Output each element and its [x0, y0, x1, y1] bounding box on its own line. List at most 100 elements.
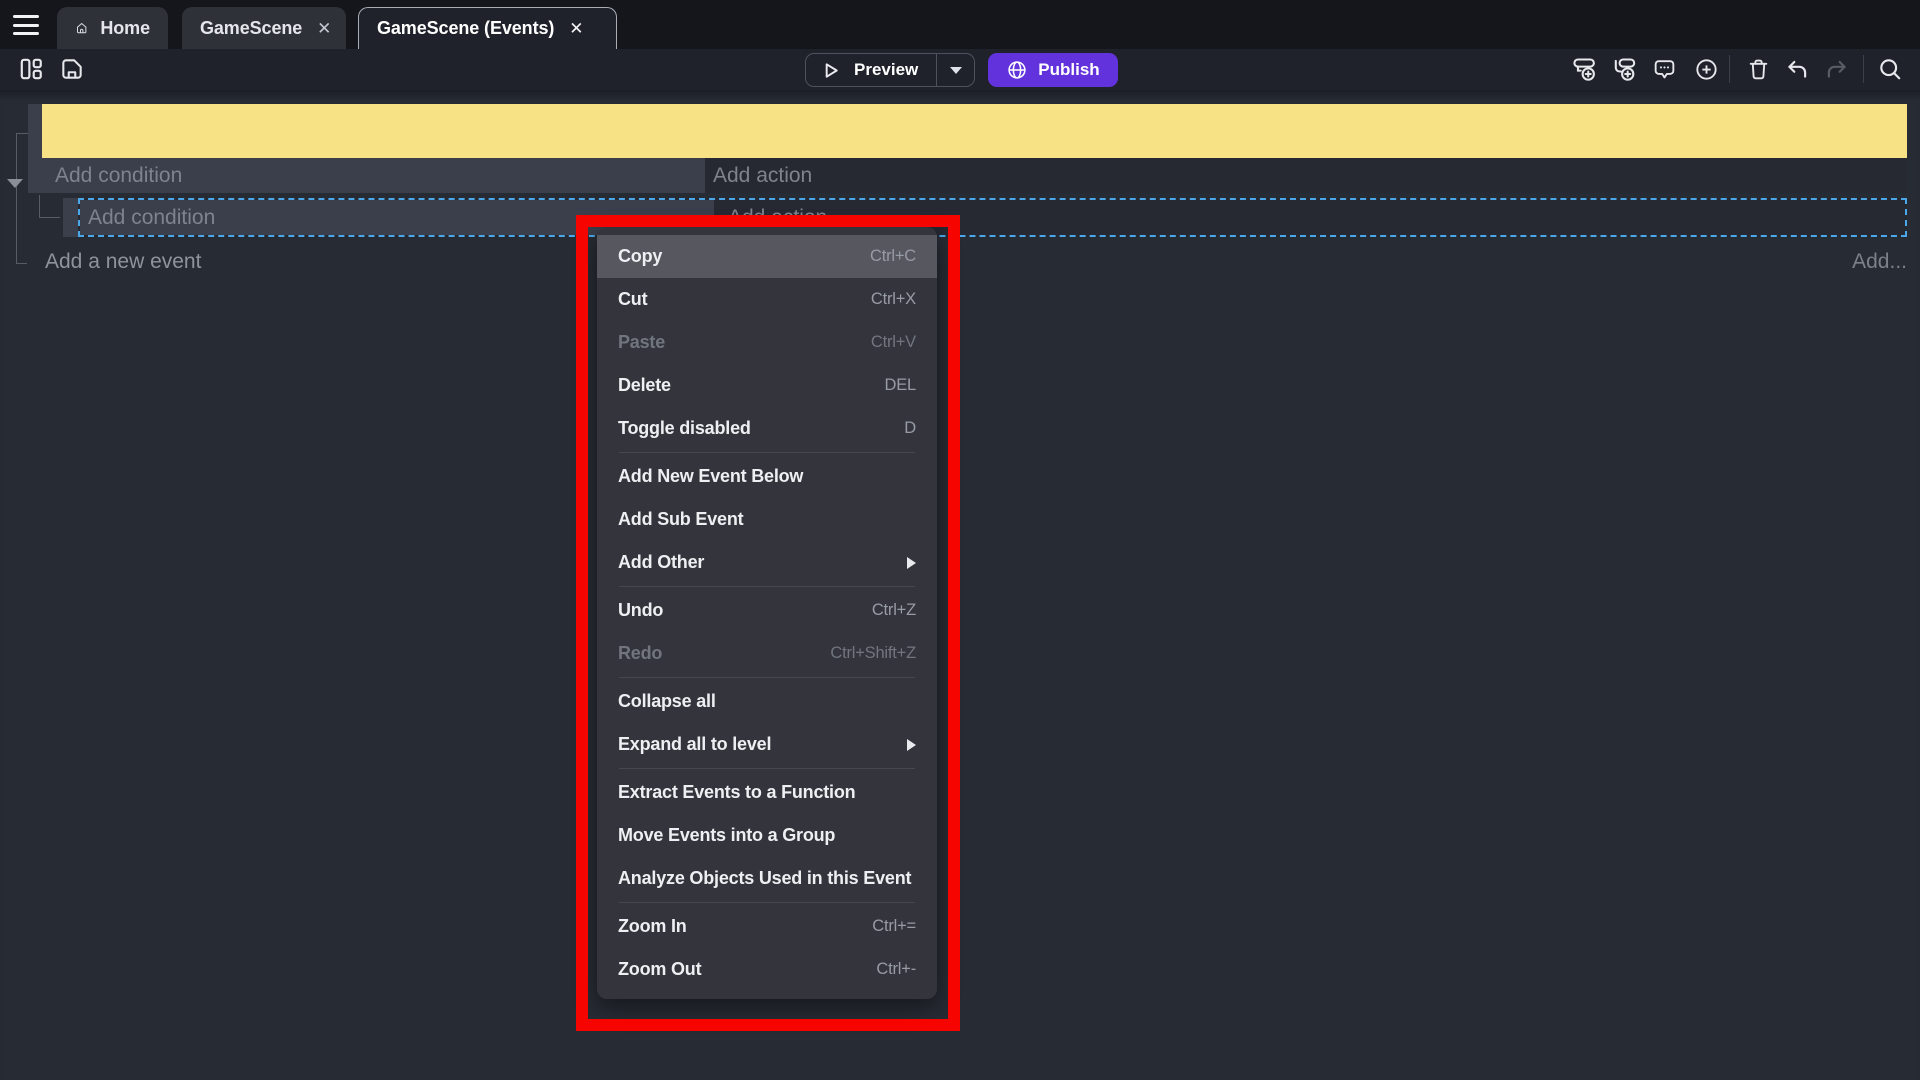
menu-item-label: Move Events into a Group [618, 825, 835, 846]
trash-icon [1746, 57, 1771, 82]
tab-gamescene[interactable]: GameScene ✕ [182, 7, 346, 49]
add-new-event-button[interactable] [1568, 52, 1602, 86]
menu-separator [619, 452, 915, 453]
menu-item-delete[interactable]: DeleteDEL [597, 364, 937, 407]
menu-item-label: Add Other [618, 552, 704, 573]
undo-button[interactable] [1780, 52, 1814, 86]
search-button[interactable] [1873, 52, 1907, 86]
menu-item-shortcut: Ctrl+= [872, 917, 916, 936]
menu-item-collapse-all[interactable]: Collapse all [597, 680, 937, 723]
add-action-link[interactable]: Add action [713, 158, 812, 193]
save-button[interactable] [55, 52, 89, 86]
close-icon[interactable]: ✕ [566, 18, 586, 39]
menu-item-add-sub-event[interactable]: Add Sub Event [597, 498, 937, 541]
tab-gamescene-events[interactable]: GameScene (Events) ✕ [358, 7, 617, 49]
menu-item-zoom-in[interactable]: Zoom InCtrl+= [597, 905, 937, 948]
add-sub-event-button[interactable] [1608, 52, 1642, 86]
preview-options-button[interactable] [936, 54, 974, 86]
delete-button[interactable] [1741, 52, 1775, 86]
add-comment-icon [1652, 57, 1677, 82]
menu-item-label: Cut [618, 289, 647, 310]
add-comment-button[interactable] [1647, 52, 1681, 86]
hamburger-icon [13, 32, 39, 35]
menu-item-shortcut: Ctrl+C [870, 247, 916, 266]
search-icon [1877, 56, 1903, 82]
add-more-link[interactable]: Add... [1852, 250, 1907, 274]
menu-item-label: Extract Events to a Function [618, 782, 855, 803]
menu-separator [619, 677, 915, 678]
event-actions-cell[interactable]: Add action [705, 158, 1907, 193]
submenu-arrow-icon [907, 557, 916, 569]
menu-item-label: Undo [618, 600, 663, 621]
preview-button-main[interactable]: Preview [806, 54, 936, 86]
menu-item-copy[interactable]: CopyCtrl+C [597, 235, 937, 278]
menu-item-expand-all-to-level[interactable]: Expand all to level [597, 723, 937, 766]
open-project-manager-button[interactable] [14, 52, 48, 86]
undo-icon [1784, 56, 1810, 82]
menu-item-label: Zoom Out [618, 959, 701, 980]
menu-item-shortcut: D [904, 419, 916, 438]
play-icon [819, 59, 842, 82]
menu-item-shortcut: Ctrl+Shift+Z [830, 644, 916, 663]
events-sheet: Add condition Add action Add condition A… [0, 90, 1920, 1080]
menu-item-shortcut: DEL [885, 376, 917, 395]
menu-item-shortcut: Ctrl+V [871, 333, 916, 352]
preview-button[interactable]: Preview [805, 53, 975, 87]
events-toolbar: Preview Publish [0, 49, 1920, 90]
menu-item-label: Paste [618, 332, 665, 353]
home-icon [75, 17, 88, 39]
submenu-arrow-icon [907, 739, 916, 751]
save-icon [59, 56, 85, 82]
tree-line [39, 195, 40, 218]
menu-item-label: Collapse all [618, 691, 716, 712]
menu-item-shortcut: Ctrl+- [876, 960, 916, 979]
menu-item-undo[interactable]: UndoCtrl+Z [597, 589, 937, 632]
tab-label: GameScene (Events) [377, 18, 554, 39]
menu-item-toggle-disabled[interactable]: Toggle disabled D [597, 407, 937, 450]
publish-label: Publish [1038, 60, 1099, 80]
menu-item-add-new-event-below[interactable]: Add New Event Below [597, 455, 937, 498]
close-icon[interactable]: ✕ [314, 18, 334, 39]
menu-item-zoom-out[interactable]: Zoom Out Ctrl+- [597, 948, 937, 991]
menu-item-add-other[interactable]: Add Other [597, 541, 937, 584]
menu-item-extract-events-to-a-function[interactable]: Extract Events to a Function [597, 771, 937, 814]
menu-separator [619, 902, 915, 903]
preview-label: Preview [854, 60, 918, 80]
tab-home[interactable]: Home [57, 7, 168, 49]
redo-button[interactable] [1820, 52, 1854, 86]
menu-item-shortcut: Ctrl+X [871, 290, 916, 309]
tree-line [16, 133, 28, 134]
add-circle-icon [1694, 57, 1719, 82]
menu-item-redo: Redo Ctrl+Shift+Z [597, 632, 937, 675]
collapse-event-arrow-icon[interactable] [7, 179, 23, 188]
context-menu: CopyCtrl+CCutCtrl+XPasteCtrl+VDeleteDELT… [597, 227, 937, 999]
choose-and-add-event-button[interactable] [1689, 52, 1723, 86]
menu-item-label: Toggle disabled [618, 418, 751, 439]
menu-item-move-events-into-a-group[interactable]: Move Events into a Group [597, 814, 937, 857]
menu-item-analyze-objects-used-in-this-event[interactable]: Analyze Objects Used in this Event [597, 857, 937, 900]
publish-button[interactable]: Publish [988, 53, 1118, 87]
add-sub-event-icon [1612, 56, 1638, 82]
selected-sub-event-row[interactable]: Add condition Add action [78, 198, 1907, 237]
gdevelop-editor-window: Home GameScene ✕ GameScene (Events) ✕ [0, 0, 1920, 1080]
menu-item-label: Redo [618, 643, 662, 664]
tab-label: GameScene [200, 18, 302, 39]
add-event-icon [1572, 56, 1598, 82]
menu-separator [619, 586, 915, 587]
tree-line [39, 217, 60, 218]
toolbar-separator [1863, 55, 1864, 83]
menu-item-label: Analyze Objects Used in this Event [618, 868, 911, 889]
add-condition-link[interactable]: Add condition [88, 200, 215, 235]
menu-item-label: Add New Event Below [618, 466, 803, 487]
add-condition-link[interactable]: Add condition [55, 158, 182, 193]
event-drag-handle[interactable] [63, 198, 78, 237]
event-conditions-cell[interactable]: Add condition [28, 158, 705, 193]
comment-block[interactable] [42, 104, 1907, 158]
event-drag-handle[interactable] [28, 104, 42, 158]
globe-icon [1006, 59, 1028, 81]
project-manager-icon [18, 56, 44, 82]
main-menu-button[interactable] [13, 15, 40, 35]
add-new-event-link[interactable]: Add a new event [45, 250, 201, 274]
menu-item-cut[interactable]: Cut Ctrl+X [597, 278, 937, 321]
tab-label: Home [100, 18, 150, 39]
